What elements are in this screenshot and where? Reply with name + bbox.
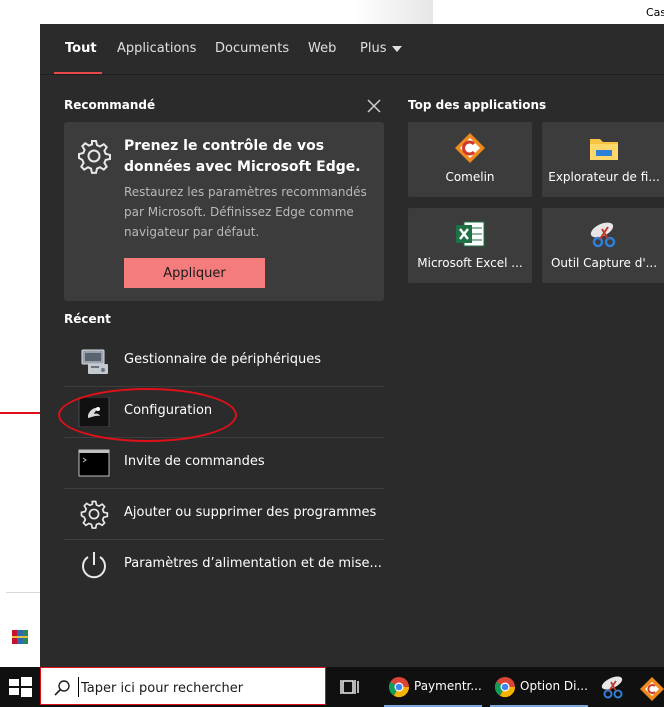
top-apps-heading: Top des applications [408, 98, 547, 112]
folder-icon [590, 139, 618, 160]
close-icon[interactable] [366, 98, 382, 114]
search-tabs: Tout Applications Documents Web Plus [40, 24, 664, 75]
chrome-icon [494, 677, 516, 698]
tab-more[interactable]: Plus [360, 41, 403, 56]
top-app-excel[interactable]: Microsoft Excel ... [408, 208, 532, 283]
top-app-comelin[interactable]: Comelin [408, 122, 532, 197]
tabs-divider [40, 74, 664, 75]
device-manager-icon [81, 349, 108, 374]
gear-icon [78, 140, 111, 174]
top-app-label: Outil Capture d'... [550, 256, 658, 270]
recent-item-label: Gestionnaire de périphériques [124, 352, 322, 367]
top-app-label: Explorateur de fi... [548, 170, 660, 184]
taskbar: Paymentr... Option Di... [0, 667, 664, 707]
tab-applications[interactable]: Applications [117, 41, 196, 56]
card-description: Restaurez les paramètres recommandés par… [124, 185, 367, 239]
gear-icon [80, 500, 109, 529]
apply-button[interactable]: Appliquer [124, 258, 265, 288]
search-panel: Tout Applications Documents Web Plus Rec… [40, 24, 664, 667]
comelin-icon [455, 133, 485, 163]
recent-item-add-remove-programs[interactable]: Ajouter ou supprimer des programmes [64, 489, 384, 539]
top-app-file-explorer[interactable]: Explorateur de fi... [542, 122, 664, 197]
top-app-snipping-tool[interactable]: Outil Capture d'... [542, 208, 664, 283]
recent-item-configuration[interactable]: Configuration [64, 387, 384, 437]
recent-item-label: Configuration [124, 403, 213, 418]
tab-documents[interactable]: Documents [215, 41, 289, 56]
recent-item-label: Paramètres d’alimentation et de mise... [124, 556, 382, 571]
tab-more-label: Plus [360, 41, 387, 56]
caret-down-icon [392, 45, 403, 52]
recommended-heading: Recommandé [64, 98, 156, 112]
recent-item-label: Invite de commandes [124, 454, 265, 469]
configuration-app-icon [78, 397, 110, 427]
taskbar-item-chrome-2[interactable]: Option Di... [490, 667, 588, 707]
top-app-label: Microsoft Excel ... [417, 256, 523, 270]
tab-all[interactable]: Tout [65, 41, 97, 56]
edge-recommendation-card: Prenez le contrôle de vos données avec M… [64, 122, 384, 301]
background-text: Cas [646, 6, 664, 19]
recent-item-device-manager[interactable]: Gestionnaire de périphériques [64, 336, 384, 386]
taskbar-item-chrome-1[interactable]: Paymentr... [384, 667, 482, 707]
task-view-icon[interactable] [338, 667, 362, 707]
background-divider [6, 592, 40, 593]
windows-start-icon[interactable] [0, 667, 40, 707]
recent-item-command-prompt[interactable]: Invite de commandes [64, 438, 384, 488]
archive-app-icon[interactable] [12, 630, 28, 644]
recent-heading: Récent [64, 312, 111, 326]
taskbar-item-label: Paymentr... [414, 679, 482, 693]
snipping-tool-icon [590, 222, 616, 248]
chrome-icon [388, 677, 410, 698]
recent-item-label: Ajouter ou supprimer des programmes [124, 505, 377, 520]
card-title: Prenez le contrôle de vos données avec M… [124, 138, 361, 175]
background-decoration [355, 0, 433, 24]
comelin-icon[interactable] [640, 667, 664, 707]
excel-icon [456, 221, 485, 247]
recent-item-power-settings[interactable]: Paramètres d’alimentation et de mise... [64, 540, 384, 590]
background-window [0, 0, 664, 24]
search-input[interactable] [79, 677, 313, 699]
taskbar-item-label: Option Di... [520, 679, 588, 693]
command-prompt-icon [78, 449, 110, 477]
snipping-tool-icon[interactable] [598, 667, 628, 707]
background-left-area [0, 24, 40, 667]
search-icon [54, 680, 70, 696]
top-app-label: Comelin [445, 170, 495, 184]
tab-web[interactable]: Web [308, 41, 336, 56]
taskbar-search-box[interactable] [40, 667, 326, 705]
power-icon [82, 552, 106, 579]
